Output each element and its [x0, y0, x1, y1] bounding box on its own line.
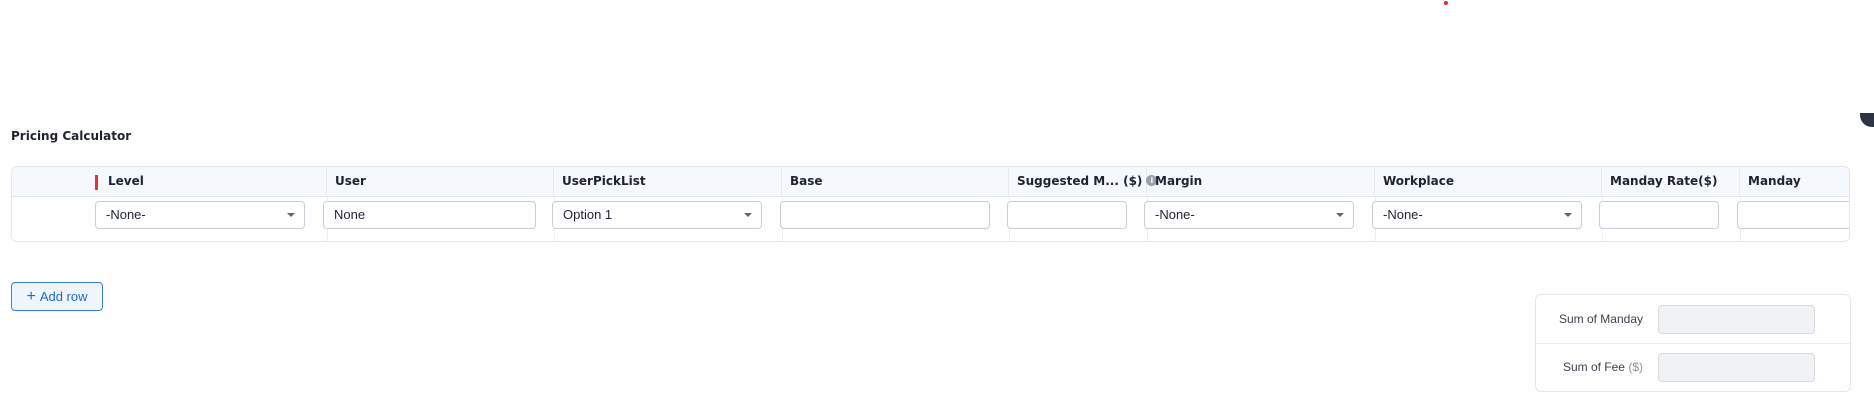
manday-input[interactable]	[1737, 201, 1849, 229]
column-header-suggested: Suggested M... ($) i	[1009, 167, 1158, 196]
column-header-level: Level	[100, 167, 327, 196]
suggested-input[interactable]	[1007, 201, 1127, 229]
summary-panel: Sum of Manday Sum of Fee ($)	[1535, 294, 1851, 392]
sum-manday-label: Sum of Manday	[1558, 312, 1643, 326]
margin-select-value: -None-	[1155, 207, 1195, 222]
sum-fee-label-wrap: Sum of Fee ($)	[1563, 343, 1643, 391]
margin-select[interactable]: -None-	[1144, 201, 1354, 229]
workplace-select[interactable]: -None-	[1372, 201, 1582, 229]
column-header-margin: Margin	[1147, 167, 1375, 196]
plus-icon: +	[26, 287, 36, 305]
table-header: Level User UserPickList Base Suggested M…	[12, 167, 1849, 197]
add-row-label: Add row	[39, 289, 88, 304]
column-label: Manday Rate($)	[1610, 174, 1718, 188]
column-label: Workplace	[1383, 174, 1455, 188]
side-panel-tab[interactable]	[1860, 113, 1874, 127]
column-header-workplace: Workplace	[1375, 167, 1602, 196]
column-label: UserPickList	[562, 174, 646, 188]
required-indicator	[95, 175, 98, 190]
column-label: Margin	[1155, 174, 1203, 188]
column-header-base: Base	[782, 167, 1009, 196]
section-title: Pricing Calculator	[11, 129, 132, 143]
red-indicator-dot	[1444, 1, 1448, 5]
add-row-button[interactable]: + Add row	[11, 282, 103, 311]
column-label: Manday	[1748, 174, 1801, 188]
sum-fee-label: Sum of Fee	[1562, 360, 1625, 374]
pricing-table: Level User UserPickList Base Suggested M…	[11, 166, 1850, 242]
level-select-value: -None-	[106, 207, 146, 222]
sum-manday-field	[1658, 305, 1815, 334]
column-label: Level	[108, 174, 144, 188]
column-label: User	[335, 174, 366, 188]
userpicklist-select-value: Option 1	[563, 207, 613, 222]
sum-fee-field	[1658, 353, 1815, 382]
sum-manday-row: Sum of Manday	[1536, 295, 1850, 344]
user-input-value: None	[334, 207, 366, 222]
column-label: Suggested M... ($)	[1017, 174, 1143, 188]
column-header-manday: Manday	[1740, 167, 1849, 196]
level-select[interactable]: -None-	[95, 201, 305, 229]
sum-fee-unit: ($)	[1628, 360, 1643, 374]
column-label: Base	[790, 174, 823, 188]
column-header-userpicklist: UserPickList	[554, 167, 782, 196]
sum-fee-row: Sum of Fee ($)	[1536, 343, 1850, 391]
column-header-manday-rate: Manday Rate($)	[1602, 167, 1740, 196]
base-input[interactable]	[780, 201, 990, 229]
column-header-user: User	[327, 167, 554, 196]
userpicklist-select[interactable]: Option 1	[552, 201, 762, 229]
manday-rate-input[interactable]	[1599, 201, 1719, 229]
user-input[interactable]: None	[323, 201, 536, 229]
workplace-select-value: -None-	[1383, 207, 1423, 222]
